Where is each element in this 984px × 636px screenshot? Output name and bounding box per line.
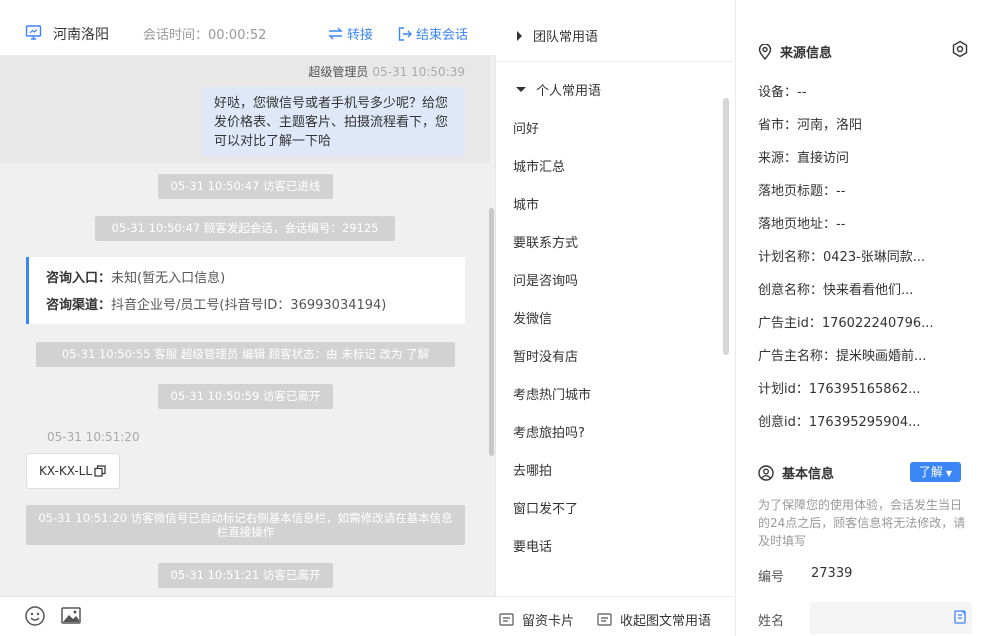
number-value: 27339 xyxy=(811,566,853,581)
phrase-item[interactable]: 问好 xyxy=(513,118,539,137)
device-field: 设备：-- xyxy=(758,85,807,100)
caret-right-icon xyxy=(517,30,522,41)
caret-down-icon: ▼ xyxy=(945,469,953,478)
visitor-message-text: KX-KX-LL xyxy=(39,464,93,478)
lead-card-button[interactable]: 留资卡片 xyxy=(499,610,574,629)
caret-down-icon xyxy=(516,87,526,92)
visitor-info-panel: 来源信息 设备：-- 省市：河南，洛阳 来源：直接访问 落地页标题：-- 落地页… xyxy=(737,0,984,636)
status-dropdown-label: 了解 xyxy=(918,465,943,479)
edit-notice: 为了保障您的使用体验，会话发生当日的24点之后，顾客信息将无法修改，请及时填写 xyxy=(758,498,966,548)
phrase-item[interactable]: 考虑旅拍吗? xyxy=(513,422,585,441)
personal-phrases-label: 个人常用语 xyxy=(536,84,602,99)
end-session-label: 结束会话 xyxy=(416,28,469,43)
user-circle-icon xyxy=(758,464,774,481)
region-field: 省市：河南，洛阳 xyxy=(758,118,863,133)
chat-scrollbar[interactable] xyxy=(489,208,494,456)
status-dropdown[interactable]: 了解 ▼ xyxy=(910,462,961,482)
consult-entry-value: 未知(暂无入口信息) xyxy=(111,271,226,286)
chat-panel: 河南洛阳 会话时间：00:00:52 转接 结束会话 超级管理员 05-31 10… xyxy=(0,0,496,636)
message-list[interactable]: 超级管理员 05-31 10:50:39 好哒，您微信号或者手机号多少呢？给您发价… xyxy=(0,56,496,596)
chat-header: 河南洛阳 会话时间：00:00:52 转接 结束会话 xyxy=(0,0,496,56)
plan-id-field: 计划id：176395165862... xyxy=(758,382,921,397)
end-session-button[interactable]: 结束会话 xyxy=(398,24,468,43)
system-message: 05-31 10:50:55 客服 超级管理员 编辑 顾客状态：由 未标记 改为… xyxy=(36,342,455,367)
divider xyxy=(497,61,733,62)
landing-title-field: 落地页标题：-- xyxy=(758,184,846,199)
phrase-item[interactable]: 发微信 xyxy=(513,308,552,327)
basic-info-label: 基本信息 xyxy=(782,467,835,482)
transfer-label: 转接 xyxy=(347,28,374,43)
phrases-panel: 团队常用语 个人常用语 问好 城市汇总 城市 要联系方式 问是咨询吗 发微信 暂… xyxy=(497,0,736,636)
advertiser-id-field: 广告主id：176022240796... xyxy=(758,316,934,331)
transfer-icon xyxy=(328,27,343,40)
number-label: 编号 xyxy=(758,570,785,585)
visitor-message-time: 05-31 10:51:20 xyxy=(47,430,140,444)
consult-info-card: 咨询入口：未知(暂无入口信息) 咨询渠道：抖音企业号/员工号(抖音号ID：369… xyxy=(26,257,465,324)
source-field: 来源：直接访问 xyxy=(758,151,850,166)
creative-id-field: 创意id：176395295904... xyxy=(758,415,921,430)
phrase-item[interactable]: 窗口发不了 xyxy=(513,498,578,517)
image-icon[interactable] xyxy=(60,605,82,627)
message-meta: 超级管理员 05-31 10:50:39 xyxy=(308,63,465,80)
agent-name: 超级管理员 xyxy=(308,65,369,79)
system-message: 05-31 10:51:20 访客微信号已自动标记右侧基本信息栏，如需修改请在基… xyxy=(26,505,465,545)
consult-channel-row: 咨询渠道：抖音企业号/员工号(抖音号ID：36993034194) xyxy=(46,292,465,319)
phrase-item[interactable]: 要电话 xyxy=(513,536,552,555)
team-phrases-label: 团队常用语 xyxy=(533,30,599,45)
system-message: 05-31 10:50:59 访客已离开 xyxy=(158,384,333,409)
phrase-item[interactable]: 城市汇总 xyxy=(513,156,565,175)
system-message: 05-31 10:50:47 访客已进线 xyxy=(158,174,333,199)
phrase-item[interactable]: 暂时没有店 xyxy=(513,346,578,365)
plan-name-field: 计划名称：0423-张琳同款... xyxy=(758,250,926,265)
location-pin-icon xyxy=(758,43,772,60)
consult-channel-label: 咨询渠道： xyxy=(46,298,112,313)
phrases-footer: 留资卡片 收起图文常用语 xyxy=(497,596,733,636)
consult-channel-value: 抖音企业号/员工号(抖音号ID：36993034194) xyxy=(111,298,387,313)
agent-message-bubble: 好哒，您微信号或者手机号多少呢？给您发价格表、主题客片、拍摄流程看下，您可以对比… xyxy=(202,87,465,156)
team-phrases-group[interactable]: 团队常用语 xyxy=(516,26,598,45)
source-info-label: 来源信息 xyxy=(780,46,833,61)
advertiser-name-field: 广告主名称：提米映画婚前... xyxy=(758,349,927,364)
session-timer: 会话时间：00:00:52 xyxy=(143,28,267,43)
visitor-message-bubble[interactable]: KX-KX-LL xyxy=(26,453,120,489)
phrase-item[interactable]: 城市 xyxy=(513,194,539,213)
collapse-phrases-label: 收起图文常用语 xyxy=(620,614,712,629)
card-icon xyxy=(499,613,514,626)
settings-icon[interactable] xyxy=(951,40,969,58)
phrase-item[interactable]: 问是咨询吗 xyxy=(513,270,578,289)
phrase-item[interactable]: 要联系方式 xyxy=(513,232,578,251)
name-input[interactable] xyxy=(810,602,972,634)
lead-card-label: 留资卡片 xyxy=(522,614,575,629)
collapse-phrases-button[interactable]: 收起图文常用语 xyxy=(597,610,711,629)
exit-icon xyxy=(398,26,412,41)
monitor-icon xyxy=(25,25,42,40)
message-icon xyxy=(597,613,612,626)
basic-info-title: 基本信息 xyxy=(758,463,834,482)
copy-icon[interactable] xyxy=(954,610,968,625)
phrase-item[interactable]: 去哪拍 xyxy=(513,460,552,479)
transfer-button[interactable]: 转接 xyxy=(328,24,373,43)
message-time: 05-31 10:50:39 xyxy=(372,65,465,79)
consult-entry-row: 咨询入口：未知(暂无入口信息) xyxy=(46,265,465,292)
consult-entry-label: 咨询入口： xyxy=(46,271,112,286)
creative-name-field: 创意名称：快来看看他们... xyxy=(758,283,914,298)
phrase-item[interactable]: 考虑热门城市 xyxy=(513,384,591,403)
landing-url-field: 落地页地址：-- xyxy=(758,217,846,232)
system-message: 05-31 10:50:47 顾客发起会话，会话编号：29125 xyxy=(95,216,395,241)
name-label: 姓名 xyxy=(758,614,785,629)
copy-icon[interactable] xyxy=(94,465,106,477)
personal-phrases-group[interactable]: 个人常用语 xyxy=(516,80,601,99)
phrases-scrollbar[interactable] xyxy=(723,98,729,355)
chat-toolbar xyxy=(0,596,496,636)
smile-icon[interactable] xyxy=(24,605,46,627)
visitor-location: 河南洛阳 xyxy=(53,27,109,43)
source-info-title: 来源信息 xyxy=(758,42,832,61)
system-message: 05-31 10:51:21 访客已离开 xyxy=(158,563,333,588)
